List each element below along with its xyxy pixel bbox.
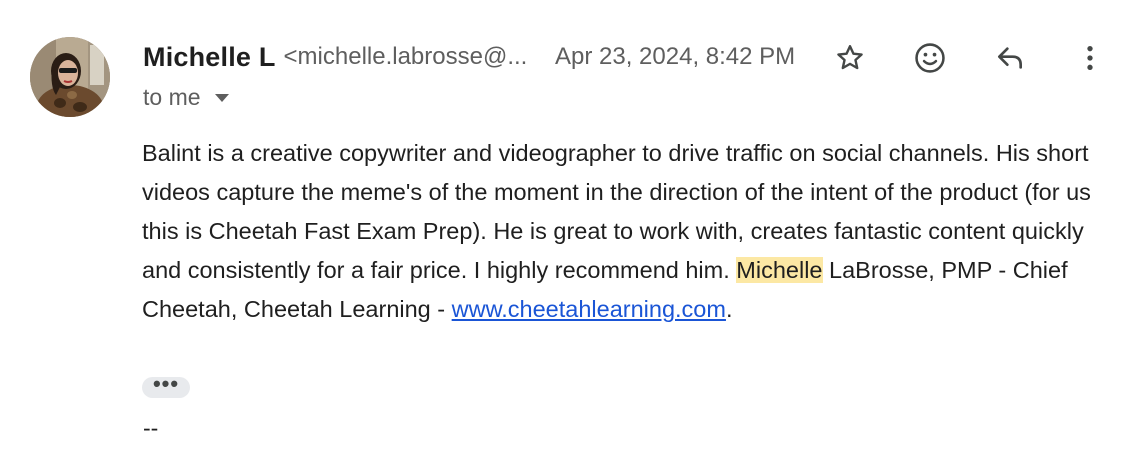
sender-email[interactable]: <michelle.labrosse@...	[284, 43, 528, 71]
signature-separator: --	[143, 415, 159, 441]
message-body: Balint is a creative copywriter and vide…	[142, 134, 1102, 329]
recipient-label: to me	[143, 83, 201, 110]
more-vertical-icon	[1087, 46, 1093, 70]
sender-line: Michelle L <michelle.labrosse@...	[143, 38, 527, 76]
sender-avatar[interactable]	[30, 37, 110, 117]
website-link[interactable]: www.cheetahlearning.com	[452, 296, 726, 322]
ellipsis-icon: •••	[152, 371, 180, 396]
chevron-down-icon	[214, 94, 229, 102]
message-paragraph: Balint is a creative copywriter and vide…	[142, 134, 1102, 329]
avatar-photo	[30, 37, 110, 117]
body-text-end: .	[725, 296, 733, 322]
add-reaction-button[interactable]	[910, 38, 950, 78]
recipient-details-toggle[interactable]: to me	[143, 80, 229, 114]
message-date: Apr 23, 2024, 8:42 PM	[555, 43, 796, 70]
reply-button[interactable]	[990, 38, 1030, 78]
more-options-button[interactable]	[1070, 38, 1110, 78]
show-trimmed-content-button[interactable]: •••	[142, 373, 190, 398]
emoji-icon	[915, 43, 945, 73]
sender-name[interactable]: Michelle L	[143, 42, 276, 73]
star-button[interactable]	[830, 38, 870, 78]
search-highlight: Michelle	[736, 257, 823, 283]
reply-icon	[998, 47, 1022, 69]
star-icon	[837, 45, 863, 70]
